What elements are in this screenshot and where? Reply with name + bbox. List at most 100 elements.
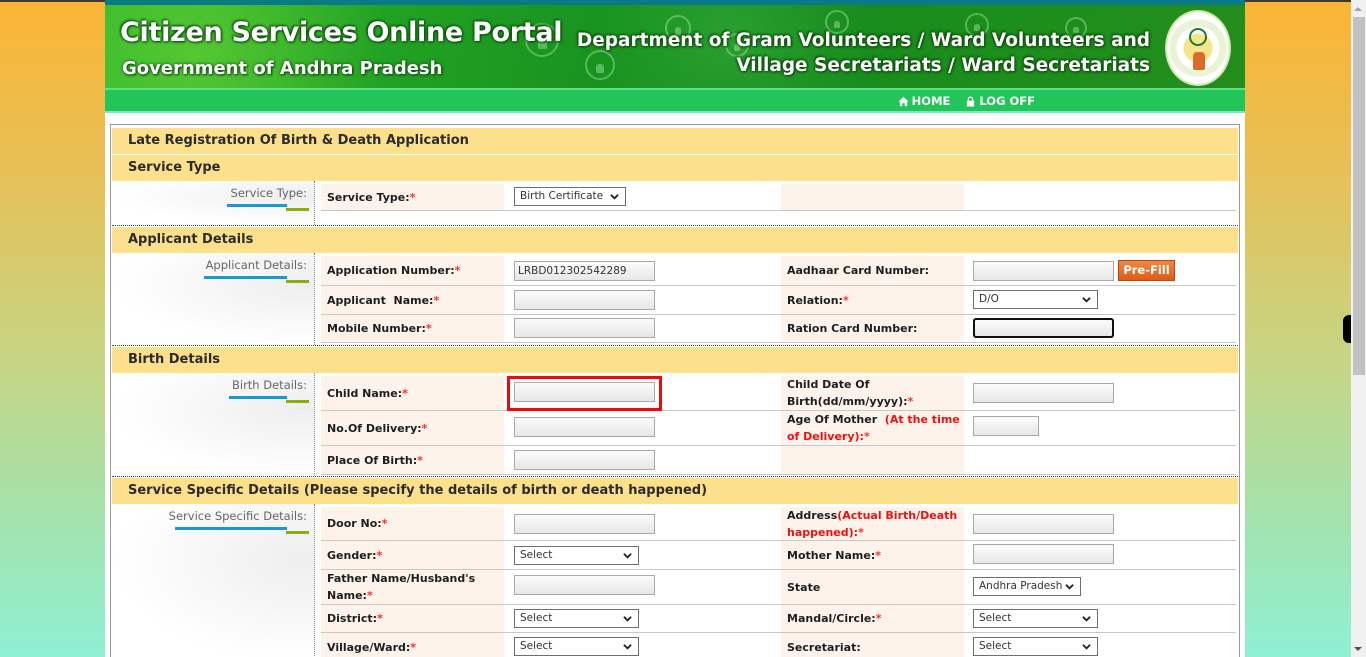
aadhaar-label: Aadhaar Card Number: [781,256,964,285]
form-row: Door No: * Address(Actual Birth/Death hap… [321,507,1236,541]
ration-card-input[interactable] [973,318,1114,338]
form-row: Application Number:* Aadhaar Card Number… [321,256,1236,286]
scroll-down-arrow-icon[interactable] [1354,647,1362,651]
side-panel: Birth Details: [112,373,315,476]
section-applicant: Applicant Details: Application Number: * … [112,253,1238,346]
chevron-down-icon [623,553,632,559]
scrollbar-thumb[interactable] [1353,17,1365,375]
address-label: Address(Actual Birth/Death happened):* [781,507,964,540]
top-navbar: HOME LOG OFF [105,88,1245,113]
mother-name-input[interactable] [973,544,1114,564]
mother-name-label: Mother Name: * [781,541,964,569]
gender-select[interactable]: Select [514,546,639,565]
section-service-type-heading: Service Type [112,155,1238,181]
door-no-label: Door No: * [321,507,504,540]
state-label: State [781,570,964,604]
empty-label-cell [781,446,964,474]
mother-age-input[interactable] [973,416,1039,436]
section-service-specific: Service Specific Details: Door No: * Addr… [112,504,1238,657]
form-row: Mobile Number: * Ration Card Number: [321,315,1236,343]
side-accent-green [286,280,309,283]
mobile-number-label: Mobile Number: * [321,315,504,342]
child-name-label: Child Name: * [321,376,504,410]
mobile-number-input[interactable] [514,318,655,338]
chevron-down-icon [623,644,632,650]
side-panel: Applicant Details: [112,253,315,345]
village-ward-label: Village/Ward: * [321,633,504,657]
form-row: Village/Ward: * Select Secretariat: Selec… [321,633,1236,657]
department-line-1: Department of Gram Volunteers / Ward Vol… [576,30,1150,51]
child-dob-input[interactable] [973,383,1114,403]
secretariat-label: Secretariat: [781,633,964,657]
gender-label: Gender: * [321,541,504,569]
portal-title: Citizen Services Online Portal [120,17,563,48]
child-name-input[interactable] [514,382,655,402]
side-accent-green [286,531,309,534]
prefill-button[interactable]: Pre-Fill [1118,260,1175,281]
emblem-wheel [1189,28,1207,46]
page-container: Citizen Services Online Portal Governmen… [105,0,1245,657]
home-icon [898,96,909,106]
applicant-name-label: Applicant Name: * [321,286,504,314]
ration-card-label: Ration Card Number: [781,315,964,342]
side-panel: Service Type: [112,181,315,225]
form-row: Gender: * Select Mother Name: * [321,541,1236,570]
mandal-label: Mandal/Circle: * [781,605,964,632]
no-of-delivery-input[interactable] [514,417,655,437]
aadhaar-input[interactable] [973,261,1114,281]
chevron-down-icon [610,194,619,200]
form-title: Late Registration Of Birth & Death Appli… [112,128,1238,154]
logoff-label: LOG OFF [979,94,1035,108]
logoff-link[interactable]: LOG OFF [965,94,1035,108]
section-applicant-heading: Applicant Details [112,227,1238,253]
mandal-select[interactable]: Select [973,609,1098,628]
side-label: Birth Details: [231,378,307,392]
lock-icon [967,95,975,107]
side-panel: Service Specific Details: [112,504,315,657]
address-input[interactable] [973,514,1114,534]
district-select[interactable]: Select [514,609,639,628]
secretariat-select[interactable]: Select [973,637,1098,656]
header-banner: Citizen Services Online Portal Governmen… [105,0,1245,88]
vertical-scrollbar[interactable] [1351,0,1366,657]
emblem-lion-capital [1193,52,1205,70]
side-accent-green [286,208,309,211]
village-ward-select[interactable]: Select [514,637,639,656]
mother-age-label: Age Of Mother (At the time of Delivery):… [781,411,964,445]
form-row: Father Name/Husband's Name:* State Andhr… [321,570,1236,605]
place-of-birth-label: Place Of Birth: * [321,446,504,474]
side-accent-blue [175,527,287,530]
chevron-down-icon [1082,644,1091,650]
service-type-label: Service Type: * [321,184,504,210]
form-row: Place Of Birth: * [321,446,1236,475]
chevron-down-icon [623,616,632,622]
application-number-label: Application Number: * [321,256,504,285]
section-birth: Birth Details: Child Name: * Child Date O… [112,373,1238,477]
place-of-birth-input[interactable] [514,450,655,470]
late-registration-form: Late Registration Of Birth & Death Appli… [110,124,1240,657]
chevron-down-icon [1082,297,1091,303]
relation-select[interactable]: D/O [973,290,1098,309]
side-label: Service Specific Details: [168,509,307,523]
service-type-select[interactable]: Birth Certificate [514,187,626,206]
home-link[interactable]: HOME [898,94,951,108]
side-accent-blue [227,204,287,207]
home-label: HOME [911,94,951,108]
scroll-up-arrow-icon[interactable] [1354,7,1362,11]
relation-label: Relation: * [781,286,964,314]
side-label: Service Type: [230,186,307,200]
side-accent-blue [204,276,287,279]
father-name-label: Father Name/Husband's Name:* [321,570,504,604]
form-row: No.Of Delivery: * Age Of Mother (At the t… [321,411,1236,446]
section-service-type: Service Type: Service Type: * Birth Certi… [112,181,1238,226]
father-name-input[interactable] [514,575,655,595]
side-label: Applicant Details: [205,258,307,272]
portal-subtitle: Government of Andhra Pradesh [122,58,443,79]
form-row: Child Name: * Child Date Of Birth(dd/mm/y… [321,376,1236,411]
form-row: Applicant Name: * Relation: * D/O [321,286,1236,315]
chevron-down-icon [1082,616,1091,622]
state-select[interactable]: Andhra Pradesh [973,577,1081,596]
door-no-input[interactable] [514,514,655,534]
applicant-name-input[interactable] [514,290,655,310]
application-number-input[interactable] [514,261,655,281]
